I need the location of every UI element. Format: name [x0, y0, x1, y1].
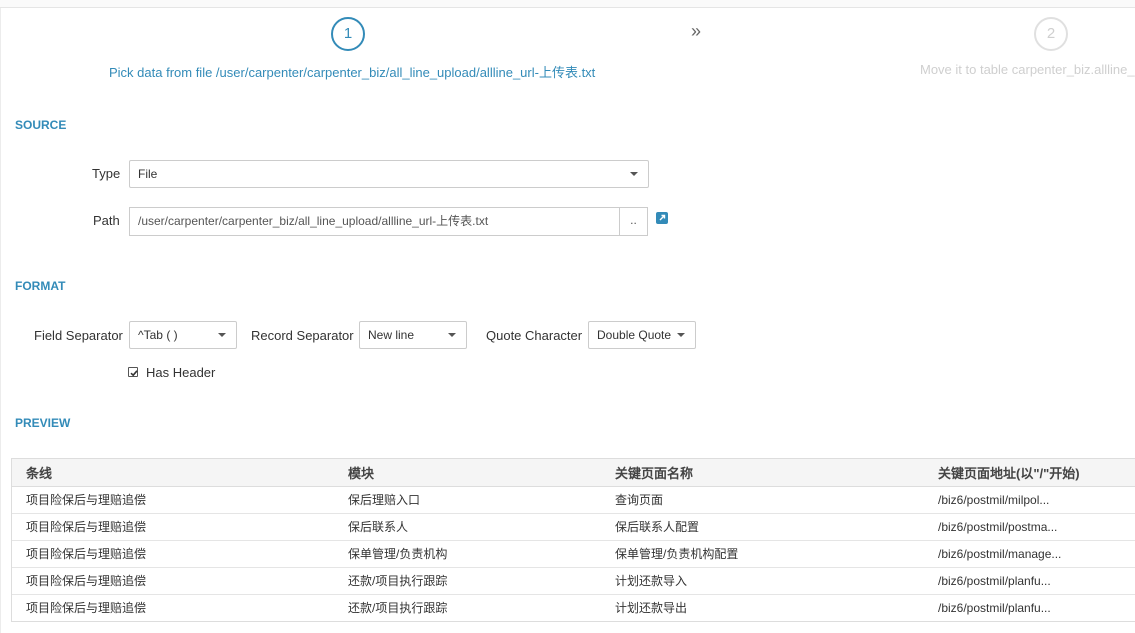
quote-character-select[interactable]: Double Quote: [588, 321, 696, 349]
table-cell: 查询页面: [601, 486, 924, 514]
field-separator-select[interactable]: ^Tab ( ): [129, 321, 237, 349]
chevron-down-icon: [630, 172, 638, 176]
table-cell: 保后联系人: [334, 513, 601, 541]
preview-table: 条线 模块 关键页面名称 关键页面地址(以"/"开始) 项目险保后与理赔追偿 保…: [11, 458, 1135, 622]
table-cell: /biz6/postmil/postma...: [924, 513, 1135, 541]
has-header-checkbox[interactable]: [128, 367, 138, 377]
preview-section-title: PREVIEW: [15, 416, 71, 430]
step-2-label[interactable]: Move it to table carpenter_biz.allline_u: [920, 62, 1135, 77]
source-section-title: SOURCE: [15, 118, 67, 132]
table-cell: 项目险保后与理赔追偿: [26, 601, 147, 616]
step-1-indicator[interactable]: 1: [331, 17, 365, 51]
chevron-down-icon: [218, 333, 226, 337]
has-header-label[interactable]: Has Header: [146, 365, 215, 380]
table-cell: /biz6/postmil/planfu...: [924, 567, 1135, 595]
table-cell: 项目险保后与理赔追偿: [12, 540, 334, 568]
table-cell: /biz6/postmil/planfu...: [938, 600, 1051, 615]
step-1-label[interactable]: Pick data from file /user/carpenter/carp…: [109, 62, 595, 81]
left-border: [0, 8, 1, 633]
table-row: 项目险保后与理赔追偿 还款/项目执行跟踪 计划还款导出 /biz6/postmi…: [12, 594, 1135, 621]
external-link-icon[interactable]: [656, 212, 668, 224]
table-cell: 保单管理/负责机构配置: [601, 540, 924, 568]
step-2-indicator[interactable]: 2: [1034, 17, 1068, 51]
path-label: Path: [93, 213, 120, 228]
column-header[interactable]: 关键页面地址(以"/"开始): [924, 459, 1135, 487]
table-cell: 保后联系人配置: [601, 513, 924, 541]
table-cell: 项目险保后与理赔追偿: [12, 567, 334, 595]
field-separator-value: ^Tab ( ): [138, 328, 178, 342]
chevron-down-icon: [448, 333, 456, 337]
browse-path-button[interactable]: ..: [619, 207, 648, 236]
table-cell: /biz6/postmil/manage...: [924, 540, 1135, 568]
table-cell: 计划还款导出: [615, 601, 688, 616]
table-row: 项目险保后与理赔追偿 保后联系人 保后联系人配置 /biz6/postmil/p…: [12, 513, 1135, 541]
double-chevron-right-icon: »: [691, 21, 701, 41]
field-separator-label: Field Separator: [34, 328, 123, 343]
table-row: 项目险保后与理赔追偿 保单管理/负责机构 保单管理/负责机构配置 /biz6/p…: [12, 540, 1135, 568]
table-header-row: 条线 模块 关键页面名称 关键页面地址(以"/"开始): [12, 459, 1135, 487]
record-separator-value: New line: [368, 328, 415, 342]
type-label: Type: [92, 166, 121, 181]
table-cell: 还款/项目执行跟踪: [348, 601, 448, 616]
top-bar: [0, 0, 1135, 8]
type-select-value: File: [138, 167, 158, 181]
table-cell: 还款/项目执行跟踪: [334, 567, 601, 595]
record-separator-label: Record Separator: [251, 328, 354, 343]
chevron-down-icon: [677, 333, 685, 337]
table-cell: 保单管理/负责机构: [334, 540, 601, 568]
column-header[interactable]: 条线: [12, 459, 334, 487]
table-cell: 计划还款导入: [601, 567, 924, 595]
format-section-title: FORMAT: [15, 279, 66, 293]
table-cell: 项目险保后与理赔追偿: [12, 486, 334, 514]
path-input[interactable]: /user/carpenter/carpenter_biz/all_line_u…: [129, 207, 620, 236]
type-select[interactable]: File: [129, 160, 649, 188]
table-cell: 保后理赔入口: [334, 486, 601, 514]
table-cell: 项目险保后与理赔追偿: [12, 513, 334, 541]
table-row: 项目险保后与理赔追偿 保后理赔入口 查询页面 /biz6/postmil/mil…: [12, 486, 1135, 514]
column-header[interactable]: 关键页面名称: [601, 459, 924, 487]
quote-character-value: Double Quote: [597, 328, 672, 342]
quote-character-label: Quote Character: [486, 328, 583, 343]
column-header[interactable]: 模块: [334, 459, 601, 487]
record-separator-select[interactable]: New line: [359, 321, 467, 349]
table-row: 项目险保后与理赔追偿 还款/项目执行跟踪 计划还款导入 /biz6/postmi…: [12, 567, 1135, 595]
table-cell: /biz6/postmil/milpol...: [924, 486, 1135, 514]
